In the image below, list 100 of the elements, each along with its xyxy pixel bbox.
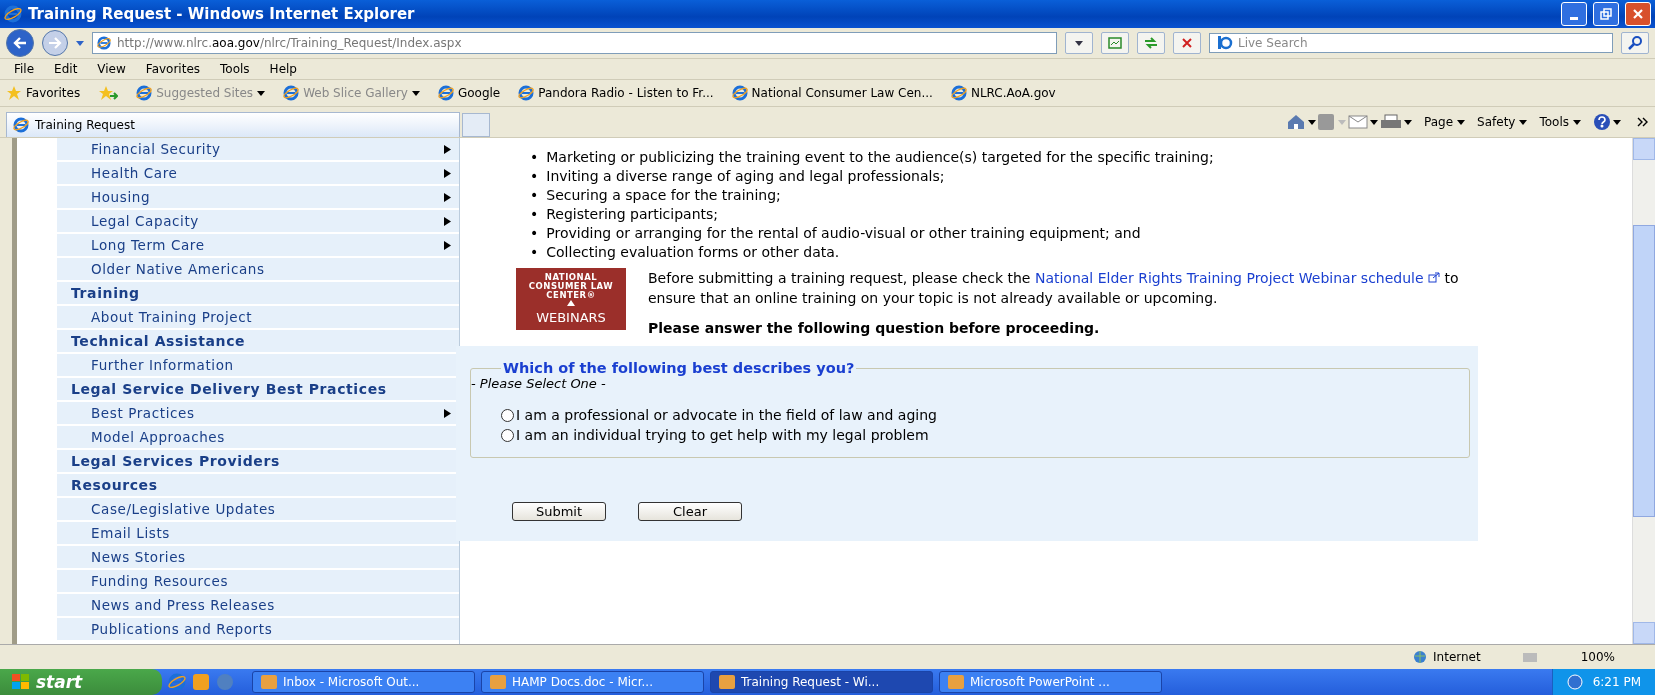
browser-logo-icon [4,5,22,23]
site-icon [283,85,300,101]
command-menu[interactable]: Page [1424,115,1466,129]
tray-icon[interactable] [1566,674,1583,690]
search-button[interactable] [1621,32,1649,54]
favorites-link[interactable]: Pandora Radio - Listen to Fr... [518,85,714,101]
more-icon[interactable] [1637,117,1649,127]
browser-tab[interactable]: Training Request [6,111,460,137]
app-icon [719,675,735,689]
sidebar-heading[interactable]: Legal Service Delivery Best Practices [57,378,459,402]
star-icon [6,85,22,101]
caret-icon [1519,119,1528,125]
sidebar-item[interactable]: Model Approaches [57,426,459,450]
menu-item[interactable]: Help [261,62,305,76]
sidebar-item[interactable]: Health Care [57,162,459,186]
refresh-button[interactable] [1137,32,1165,54]
compatibility-button[interactable] [1101,32,1129,54]
back-button[interactable] [6,29,34,57]
print-icon[interactable] [1380,114,1402,130]
menu-item[interactable]: View [89,62,134,76]
windows-logo-icon [12,674,30,690]
logo-triangle-icon [567,300,575,306]
menu-item[interactable]: File [6,62,43,76]
menu-item[interactable]: Tools [212,62,258,76]
address-field[interactable]: http://www.nlrc.aoa.gov/nlrc/Training_Request/Index.aspx [92,32,1057,54]
logo-caption: WEBINARS [536,310,606,325]
favorites-link[interactable]: Google [437,85,501,101]
stop-button[interactable] [1173,32,1201,54]
dropdown-button[interactable] [1065,32,1093,54]
sidebar-heading[interactable]: Legal Services Providers [57,450,459,474]
bullet-item: Marketing or publicizing the training event to the audience(s) targeted for the specific training; [546,148,1214,167]
sidebar-heading[interactable]: Training [57,282,459,306]
sidebar-item[interactable]: Further Information [57,354,459,378]
scrollbar-thumb[interactable] [1633,225,1655,517]
forward-arrow-icon [48,37,62,49]
taskbar-button[interactable]: HAMP Docs.doc - Micr... [481,671,704,693]
search-field[interactable]: Live Search [1209,33,1613,53]
zone-indicator: Internet [1413,650,1481,664]
radio-button[interactable] [501,408,514,422]
start-button[interactable]: start [0,669,162,695]
bullet-marker: • [530,243,539,262]
bullet-item: Collecting evaluation forms or other data. [546,243,840,262]
home-icon[interactable] [1286,114,1306,130]
sidebar-item[interactable]: About Training Project [57,306,459,330]
close-icon [1632,8,1644,20]
site-icon [518,85,535,101]
zoom-level[interactable]: 100% [1580,650,1615,664]
option-label[interactable]: I am an individual trying to get help with my legal problem [516,427,929,443]
menu-item[interactable]: Favorites [137,62,209,76]
clear-button[interactable]: Clear [638,502,742,521]
sidebar-item[interactable]: Case/Legislative Updates [57,498,459,522]
taskbar-button[interactable]: Inbox - Microsoft Out... [252,671,475,693]
sidebar-item[interactable]: Email Lists [57,522,459,546]
caret-icon [1457,119,1466,125]
notice-paragraph: Before submitting a training request, please check the National Elder Rights Training Project Webinar schedule to ensure that an online training on your topic is not already available or upcoming. [648,269,1460,308]
quick-launch-icon[interactable] [192,673,210,691]
favorites-button[interactable]: Favorites [6,85,81,101]
command-menu[interactable]: Tools [1539,115,1581,129]
mail-icon[interactable] [1348,115,1368,129]
caret-icon [1573,119,1581,125]
bullet-item: Registering participants; [546,205,719,224]
caret-icon [1075,40,1083,46]
add-favorite-icon[interactable] [98,85,119,101]
taskbar-button[interactable]: Microsoft PowerPoint ... [939,671,1162,693]
logo-text: CONSUMER LAW [528,282,614,291]
option-label[interactable]: I am a professional or advocate in the field of law and aging [516,407,937,423]
sidebar-item[interactable]: Long Term Care [57,234,459,258]
minimize-button[interactable] [1561,2,1587,26]
sidebar-item[interactable]: Publications and Reports [57,618,459,642]
sidebar-item[interactable]: Legal Capacity [57,210,459,234]
help-icon[interactable] [1593,113,1611,131]
webinar-schedule-link[interactable]: National Elder Rights Training Project Webinar schedule [1034,270,1441,286]
sidebar-heading[interactable]: Resources [57,474,459,498]
caret-icon [76,40,84,46]
stop-icon [1182,38,1192,48]
chart-page-icon [1108,37,1122,49]
sidebar-heading[interactable]: Technical Assistance [57,330,459,354]
favorites-link[interactable]: National Consumer Law Cen... [731,85,933,101]
sidebar-item[interactable]: Best Practices [57,402,459,426]
site-icon [731,85,748,101]
sidebar-item[interactable]: News and Press Releases [57,594,459,618]
command-menu[interactable]: Safety [1477,115,1528,129]
close-button[interactable] [1625,2,1651,26]
search-provider-icon [1215,36,1233,50]
caret-icon [1613,119,1621,125]
sidebar-item[interactable]: Housing [57,186,459,210]
bullet-item: Inviting a diverse range of aging and legal professionals; [546,167,945,186]
sidebar-item[interactable]: Funding Resources [57,570,459,594]
menu-item[interactable]: Edit [46,62,86,76]
taskbar-button[interactable]: Training Request - Wi... [710,671,933,693]
forward-button[interactable] [42,30,68,56]
submit-button[interactable]: Submit [512,502,606,521]
sidebar-item[interactable]: Financial Security [57,138,459,162]
favorites-link[interactable]: NLRC.AoA.gov [950,85,1056,101]
sidebar-item[interactable]: Older Native Americans [57,258,459,282]
site-icon [136,85,153,101]
sidebar-item[interactable]: News Stories [57,546,459,570]
restore-button[interactable] [1593,2,1619,26]
radio-button[interactable] [501,428,514,442]
search-icon [1628,36,1642,50]
